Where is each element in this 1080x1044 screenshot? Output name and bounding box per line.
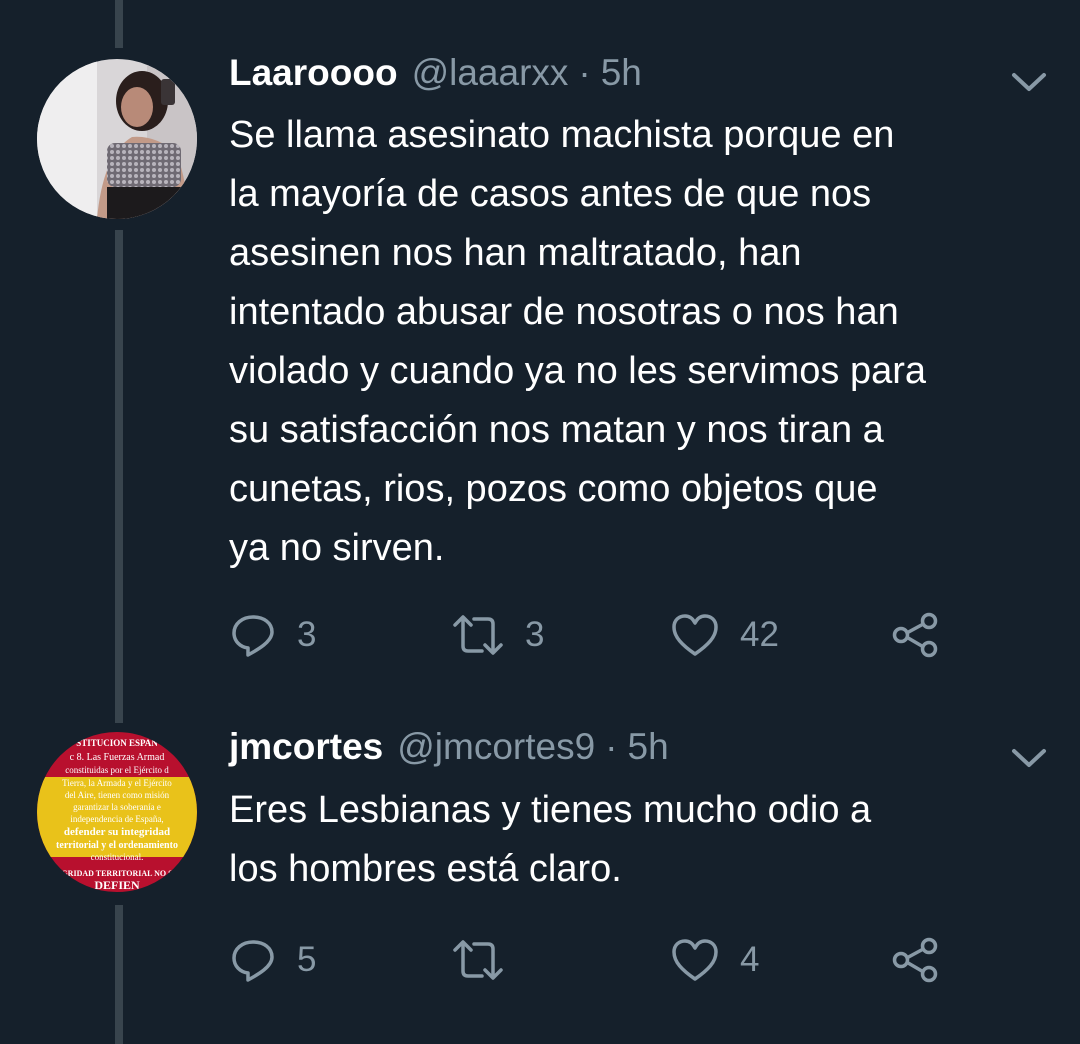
reply-count: 3 [297, 615, 317, 654]
avatar[interactable] [37, 59, 197, 219]
chevron-down-icon[interactable] [1010, 70, 1048, 94]
tweet-header: jmcortes @jmcortes9 · 5h [229, 726, 669, 776]
avatar-text-line: del Aire, tienen como misión [65, 790, 170, 800]
retweet-count: 3 [525, 615, 545, 654]
avatar-text-line: STITUCION ESPAÑ [76, 738, 158, 748]
avatar-text-line: Tierra, la Armada y el Ejército [62, 778, 172, 788]
reply-icon [232, 615, 274, 657]
display-name[interactable]: Laaroooo [229, 52, 398, 94]
user-handle[interactable]: @laaarxx [412, 52, 569, 94]
tweet-actions: 3 3 42 [229, 610, 1049, 660]
share-icon [892, 937, 938, 983]
like-button[interactable]: 42 [670, 610, 779, 660]
like-count: 42 [740, 615, 779, 654]
avatar-text-line: constitucional. [91, 852, 144, 862]
retweet-icon [453, 940, 503, 980]
tweet[interactable]: Laaroooo @laaarxx · 5h Se llama asesinat… [0, 0, 1080, 700]
avatar-text-line: DEFIEN [94, 878, 140, 892]
share-icon [892, 612, 938, 658]
avatar-image: STITUCION ESPAÑ c 8. Las Fuerzas Armad c… [37, 732, 197, 892]
separator-dot: · [578, 52, 591, 93]
heart-icon [672, 939, 718, 981]
avatar-text-line: constituidas por el Ejército d [65, 765, 169, 775]
reply-button[interactable]: 5 [229, 935, 316, 985]
tweet-actions: 5 4 [229, 935, 1049, 985]
share-button[interactable] [890, 935, 940, 985]
avatar-photo [37, 59, 197, 219]
avatar-text-line: garantizar la soberanía e [73, 802, 161, 812]
avatar-text-line: c 8. Las Fuerzas Armad [70, 752, 165, 763]
timestamp[interactable]: 5h [601, 52, 642, 94]
retweet-icon [453, 615, 503, 655]
reply-icon [232, 940, 274, 982]
chevron-down-icon[interactable] [1010, 746, 1048, 770]
tweet-text: Eres Lesbianas y tienes mucho odio a los… [229, 789, 872, 890]
user-handle[interactable]: @jmcortes9 [397, 726, 595, 768]
tweet[interactable]: STITUCION ESPAÑ c 8. Las Fuerzas Armad c… [0, 700, 1080, 1044]
avatar-text-line: independencia de España, [70, 814, 163, 824]
retweet-button[interactable] [451, 935, 525, 985]
tweet-text: Se llama asesinato machista porque en la… [229, 114, 927, 569]
reply-button[interactable]: 3 [229, 610, 316, 660]
like-count: 4 [740, 940, 760, 979]
share-button[interactable] [890, 610, 940, 660]
avatar-text-line: GRIDAD TERRITORIAL NO S [61, 869, 173, 878]
avatar[interactable]: STITUCION ESPAÑ c 8. Las Fuerzas Armad c… [37, 732, 197, 892]
reply-count: 5 [297, 940, 317, 979]
retweet-button[interactable]: 3 [451, 610, 544, 660]
avatar-text-line: territorial y el ordenamiento [56, 840, 178, 851]
tweet-header: Laaroooo @laaarxx · 5h [229, 52, 642, 102]
avatar-text-line: defender su integridad [64, 826, 170, 838]
like-button[interactable]: 4 [670, 935, 759, 985]
separator-dot: · [605, 726, 618, 767]
timestamp[interactable]: 5h [628, 726, 669, 768]
heart-icon [672, 614, 718, 656]
display-name[interactable]: jmcortes [229, 726, 383, 768]
